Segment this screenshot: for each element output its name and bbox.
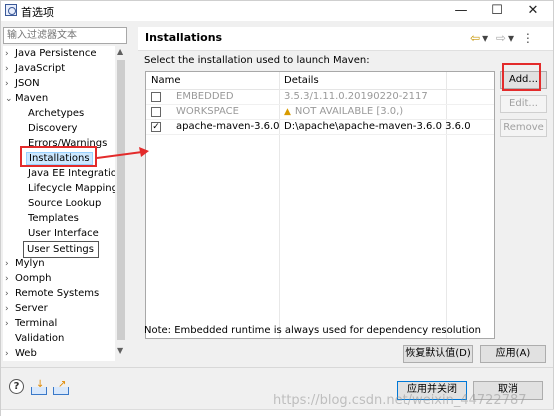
installation-name: apache-maven-3.6.0 [176, 121, 280, 132]
table-row[interactable]: WORKSPACE ▲ NOT AVAILABLE [3.0,) [146, 105, 494, 120]
import-icon[interactable]: ↓ [31, 379, 49, 395]
installations-table: Name Details EMBEDDED 3.5.3/1.11.0.20190… [145, 71, 495, 339]
annotation-arrow-icon [97, 147, 149, 159]
installation-details: D:\apache\apache-maven-3.6.0 3.6.0 [284, 121, 471, 132]
remove-button[interactable]: Remove [500, 119, 547, 137]
expand-arrow-icon[interactable]: › [5, 347, 15, 361]
window-title: 首选项 [21, 6, 54, 19]
expand-arrow-icon[interactable]: › [5, 317, 15, 332]
cropped-bottom-strip [1, 409, 554, 416]
tree-item-discovery[interactable]: Discovery [28, 121, 77, 136]
edit-button[interactable]: Edit... [500, 95, 547, 113]
expand-arrow-icon[interactable]: › [5, 287, 15, 302]
filter-input[interactable] [3, 27, 127, 44]
apply-button[interactable]: 应用(A) [480, 345, 546, 363]
tree-item-user-settings[interactable]: User Settings [23, 241, 99, 258]
installation-name: WORKSPACE [176, 106, 239, 117]
collapse-arrow-icon[interactable]: ⌄ [5, 92, 15, 107]
minimize-button[interactable]: — [443, 1, 479, 21]
warning-icon: ▲ [284, 107, 291, 117]
preferences-window: 首选项 — ☐ ✕ ›Java Persistence ›JavaScript … [0, 0, 554, 416]
page-navigation: ⇦▾ ⇨▾ ⋮ [470, 31, 536, 45]
expand-arrow-icon[interactable]: › [5, 47, 15, 62]
tree-item-archetypes[interactable]: Archetypes [28, 106, 84, 121]
tree-item-source-lookup[interactable]: Source Lookup [28, 196, 101, 211]
annotation-box-add [502, 63, 541, 91]
tree-item-maven[interactable]: ⌄ Maven [5, 91, 48, 106]
restore-defaults-button[interactable]: 恢复默认值(D) [403, 345, 473, 363]
forward-menu-chevron-icon[interactable]: ▾ [508, 31, 516, 45]
preferences-app-icon [5, 4, 17, 16]
tree-item-user-interface[interactable]: User Interface [28, 226, 99, 241]
export-icon[interactable]: ↗ [53, 379, 71, 395]
back-menu-chevron-icon[interactable]: ▾ [482, 31, 490, 45]
scrollbar-thumb[interactable] [117, 60, 125, 340]
tree-item-server[interactable]: › Server [5, 301, 48, 316]
tree-item-validation[interactable]: Validation [5, 331, 64, 346]
tree-item-json[interactable]: › JSON [5, 76, 40, 91]
tree-scrollbar[interactable]: ▲ ▼ [115, 46, 127, 361]
expand-arrow-icon[interactable]: › [5, 77, 15, 92]
title-bar: 首选项 — ☐ ✕ [1, 1, 553, 21]
row-checkbox-checked[interactable]: ✓ [151, 122, 161, 132]
page-description: Select the installation used to launch M… [144, 55, 370, 66]
installation-details-cell: ▲ NOT AVAILABLE [3.0,) [284, 106, 403, 117]
row-checkbox[interactable] [151, 92, 161, 102]
tree-item-java-persistence[interactable]: › Java Persistence [5, 46, 97, 61]
table-row[interactable]: ✓ apache-maven-3.6.0 D:\apache\apache-ma… [146, 120, 494, 135]
page-title: Installations [145, 31, 223, 44]
row-checkbox[interactable] [151, 107, 161, 117]
installation-details: NOT AVAILABLE [3.0,) [294, 106, 404, 117]
column-header-name[interactable]: Name [151, 75, 181, 86]
watermark: https://blog.csdn.net/weixin_44722787 [273, 393, 527, 408]
expand-arrow-icon[interactable]: › [5, 62, 15, 77]
back-arrow-icon[interactable]: ⇦ [470, 31, 482, 45]
help-icon[interactable]: ? [9, 379, 24, 394]
view-menu-icon[interactable]: ⋮ [522, 31, 536, 45]
tree-item-oomph[interactable]: › Oomph [5, 271, 51, 286]
tree-item-web[interactable]: › Web [5, 346, 37, 361]
tree-item-mylyn[interactable]: › Mylyn [5, 256, 45, 271]
table-header: Name Details [146, 72, 494, 90]
close-button[interactable]: ✕ [515, 1, 551, 21]
maximize-button[interactable]: ☐ [479, 1, 515, 21]
installations-page: Installations ⇦▾ ⇨▾ ⋮ Select the install… [138, 27, 553, 367]
embedded-runtime-note: Note: Embedded runtime is always used fo… [144, 325, 481, 336]
tree-item-templates[interactable]: Templates [28, 211, 79, 226]
footer-divider [1, 367, 553, 368]
tree-item-remote-systems[interactable]: › Remote Systems [5, 286, 99, 301]
column-header-details[interactable]: Details [284, 75, 319, 86]
tree-item-javascript[interactable]: › JavaScript [5, 61, 65, 76]
expand-arrow-icon[interactable]: › [5, 257, 15, 272]
tree-item-terminal[interactable]: › Terminal [5, 316, 57, 331]
tree-item-lifecycle-mappings[interactable]: Lifecycle Mappings [28, 181, 123, 196]
scroll-up-icon[interactable]: ▲ [117, 47, 123, 56]
forward-arrow-icon[interactable]: ⇨ [496, 31, 508, 45]
table-row[interactable]: EMBEDDED 3.5.3/1.11.0.20190220-2117 [146, 90, 494, 105]
page-header: Installations ⇦▾ ⇨▾ ⋮ [138, 27, 553, 51]
scroll-down-icon[interactable]: ▼ [117, 346, 123, 355]
expand-arrow-icon[interactable]: › [5, 302, 15, 317]
annotation-box-installations [20, 146, 97, 167]
installation-details: 3.5.3/1.11.0.20190220-2117 [284, 91, 428, 102]
tree-item-java-ee-integration[interactable]: Java EE Integration [28, 166, 123, 181]
preferences-tree: › Java Persistence › JavaScript › JSON ⌄ Mav… [3, 46, 127, 361]
expand-arrow-icon[interactable]: › [5, 272, 15, 287]
installation-name: EMBEDDED [176, 91, 234, 102]
